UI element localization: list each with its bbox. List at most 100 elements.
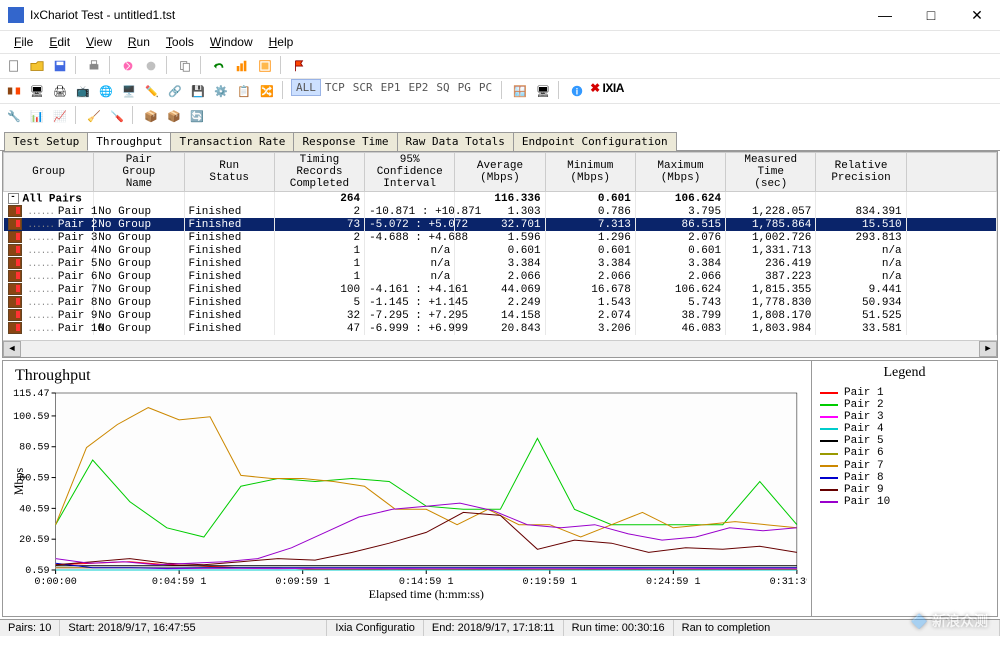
scroll-left-button[interactable]: ◄	[3, 341, 21, 357]
table-row[interactable]: ......Pair 10No GroupFinished47-6.999 : …	[4, 322, 997, 335]
scroll-right-button[interactable]: ►	[979, 341, 997, 357]
svg-text:100.59: 100.59	[13, 412, 49, 423]
legend-item[interactable]: Pair 2	[820, 399, 989, 411]
t3-8-icon[interactable]: 🔄	[187, 106, 207, 126]
column-header[interactable]: RunStatus	[184, 153, 274, 192]
table-row[interactable]: ......Pair 4No GroupFinished1n/a0.6010.6…	[4, 244, 997, 257]
table-row[interactable]: ......Pair 9No GroupFinished32-7.295 : +…	[4, 309, 997, 322]
horizontal-scrollbar[interactable]: ◄ ►	[3, 340, 997, 357]
toolbar-row-2: 🖥 🖨 📺 🌐 🖥️ ✏️ 🔗 💾 ⚙️ 📋 🔀 ALLTCPSCREP1EP2…	[0, 78, 1000, 103]
t3-5-icon[interactable]: 🪛	[107, 106, 127, 126]
legend-item[interactable]: Pair 1	[820, 387, 989, 399]
column-header[interactable]: Average(Mbps)	[455, 153, 545, 192]
export-icon[interactable]	[255, 56, 275, 76]
net2-icon[interactable]: 🌐	[96, 81, 116, 101]
legend-item[interactable]: Pair 8	[820, 472, 989, 484]
legend-item[interactable]: Pair 9	[820, 484, 989, 496]
pc-icon[interactable]: 🖥	[533, 81, 553, 101]
t3-6-icon[interactable]: 📦	[141, 106, 161, 126]
legend-item[interactable]: Pair 6	[820, 447, 989, 459]
filter-ep2[interactable]: EP2	[405, 80, 433, 95]
t3-3-icon[interactable]: 📈	[50, 106, 70, 126]
tab-transaction-rate[interactable]: Transaction Rate	[170, 132, 294, 151]
window-icon[interactable]: 🪟	[510, 81, 530, 101]
menu-edit[interactable]: Edit	[43, 33, 76, 51]
maximize-button[interactable]: □	[908, 0, 954, 30]
pair3-icon[interactable]: 🖨	[50, 81, 70, 101]
column-header[interactable]: Minimum(Mbps)	[545, 153, 635, 192]
legend-item[interactable]: Pair 5	[820, 435, 989, 447]
copy-icon[interactable]	[175, 56, 195, 76]
filter-sq[interactable]: SQ	[432, 80, 453, 95]
table-row[interactable]: ......Pair 3No GroupFinished2-4.688 : +4…	[4, 231, 997, 244]
svg-text:i: i	[576, 87, 578, 97]
filter-pg[interactable]: PG	[454, 80, 475, 95]
column-header[interactable]: RelativePrecision	[816, 153, 906, 192]
legend-item[interactable]: Pair 7	[820, 460, 989, 472]
list-icon[interactable]: 📋	[234, 81, 254, 101]
column-header[interactable]: Maximum(Mbps)	[635, 153, 725, 192]
summary-row[interactable]: -All Pairs264116.3360.601106.624	[4, 192, 997, 206]
table-row[interactable]: ......Pair 5No GroupFinished1n/a3.3843.3…	[4, 257, 997, 270]
table-row[interactable]: ......Pair 7No GroupFinished100-4.161 : …	[4, 283, 997, 296]
table-row[interactable]: ......Pair 2No GroupFinished73-5.072 : +…	[4, 218, 997, 231]
tab-test-setup[interactable]: Test Setup	[4, 132, 88, 151]
legend-item[interactable]: Pair 10	[820, 496, 989, 508]
menu-run[interactable]: Run	[122, 33, 156, 51]
net4-icon[interactable]: 🔗	[165, 81, 185, 101]
menu-file[interactable]: File	[8, 33, 39, 51]
table-row[interactable]: ......Pair 1No GroupFinished2-10.871 : +…	[4, 205, 997, 218]
column-header[interactable]: 95%ConfidenceInterval	[365, 153, 455, 192]
status-pairs: Pairs: 10	[0, 620, 60, 636]
gear-icon[interactable]: ⚙️	[211, 81, 231, 101]
print-icon[interactable]	[84, 56, 104, 76]
tab-raw-data-totals[interactable]: Raw Data Totals	[397, 132, 514, 151]
tab-response-time[interactable]: Response Time	[293, 132, 397, 151]
menu-tools[interactable]: Tools	[160, 33, 200, 51]
t3-7-icon[interactable]: 📦	[164, 106, 184, 126]
menu-view[interactable]: View	[80, 33, 118, 51]
chart-icon[interactable]	[232, 56, 252, 76]
filter-pc[interactable]: PC	[475, 80, 496, 95]
svg-text:0:00:00: 0:00:00	[34, 577, 76, 588]
menu-window[interactable]: Window	[204, 33, 259, 51]
tab-endpoint-configuration[interactable]: Endpoint Configuration	[513, 132, 677, 151]
info-icon[interactable]: i	[567, 81, 587, 101]
pair2-icon[interactable]: 🖥	[27, 81, 47, 101]
legend-item[interactable]: Pair 4	[820, 423, 989, 435]
column-header[interactable]: PairGroupName	[94, 153, 184, 192]
disk-icon[interactable]: 💾	[188, 81, 208, 101]
column-header[interactable]: MeasuredTime(sec)	[726, 153, 816, 192]
tab-throughput[interactable]: Throughput	[87, 132, 171, 151]
column-header[interactable]: Group	[4, 153, 94, 192]
undo-icon[interactable]	[209, 56, 229, 76]
menu-bar: FileEditViewRunToolsWindowHelp	[0, 31, 1000, 53]
run-icon[interactable]	[118, 56, 138, 76]
minimize-button[interactable]: ―	[862, 0, 908, 30]
t3-2-icon[interactable]: 📊	[27, 106, 47, 126]
close-button[interactable]: ✕	[954, 0, 1000, 30]
pair-icon[interactable]	[4, 81, 24, 101]
table-row[interactable]: ......Pair 8No GroupFinished5-1.145 : +1…	[4, 296, 997, 309]
t3-1-icon[interactable]: 🔧	[4, 106, 24, 126]
net1-icon[interactable]: 📺	[73, 81, 93, 101]
filter-tcp[interactable]: TCP	[321, 80, 349, 95]
flag-icon[interactable]	[289, 56, 309, 76]
svg-text:80.59: 80.59	[19, 443, 49, 454]
column-header[interactable]: TimingRecordsCompleted	[274, 153, 364, 192]
stop-icon[interactable]	[141, 56, 161, 76]
open-icon[interactable]	[27, 56, 47, 76]
menu-help[interactable]: Help	[263, 33, 300, 51]
table-row[interactable]: ......Pair 6No GroupFinished1n/a2.0662.0…	[4, 270, 997, 283]
filter-ep1[interactable]: EP1	[377, 80, 405, 95]
edit-icon[interactable]: ✏️	[142, 81, 162, 101]
net3-icon[interactable]: 🖥️	[119, 81, 139, 101]
t3-4-icon[interactable]: 🧹	[84, 106, 104, 126]
save-icon[interactable]	[50, 56, 70, 76]
filter-all[interactable]: ALL	[291, 79, 321, 96]
swap-icon[interactable]: 🔀	[257, 81, 277, 101]
new-icon[interactable]	[4, 56, 24, 76]
filter-scr[interactable]: SCR	[349, 80, 377, 95]
legend-item[interactable]: Pair 3	[820, 411, 989, 423]
svg-text:0:09:59 1: 0:09:59 1	[275, 577, 330, 588]
